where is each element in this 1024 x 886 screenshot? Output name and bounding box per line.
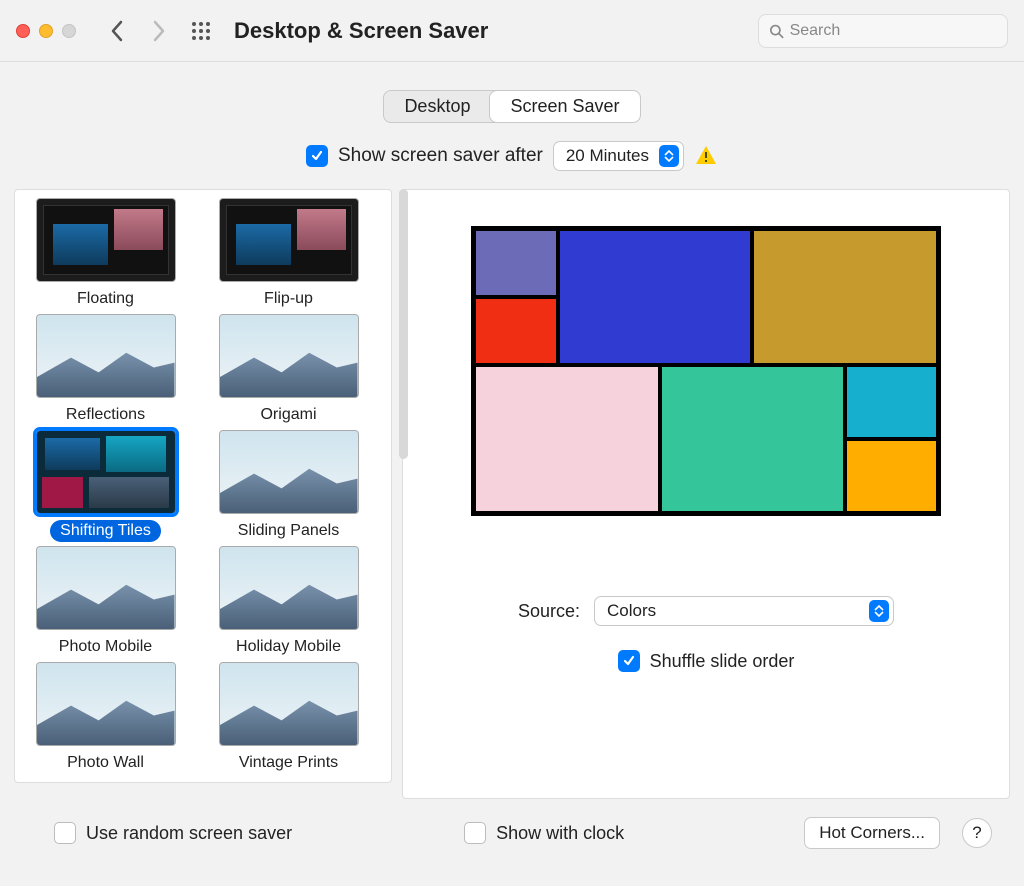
source-row: Source: Colors [518, 596, 894, 626]
random-saver-label: Use random screen saver [86, 823, 292, 844]
saver-thumb[interactable] [36, 198, 176, 282]
saver-thumb[interactable] [219, 314, 359, 398]
tab-screen-saver[interactable]: Screen Saver [490, 91, 639, 122]
close-window-button[interactable] [16, 24, 30, 38]
updown-icon [869, 600, 889, 622]
shuffle-checkbox[interactable] [618, 650, 640, 672]
show-after-row: Show screen saver after 20 Minutes [14, 141, 1010, 171]
saver-thumb[interactable] [219, 546, 359, 630]
source-value: Colors [607, 601, 656, 621]
saver-thumb[interactable] [219, 198, 359, 282]
preview-box [471, 226, 941, 516]
search-input[interactable] [790, 22, 997, 40]
saver-item[interactable]: Sliding Panels [206, 430, 371, 542]
footer: Use random screen saver Show with clock … [14, 799, 1010, 849]
window-controls [16, 24, 76, 38]
saver-thumb[interactable] [36, 430, 176, 514]
source-popup[interactable]: Colors [594, 596, 894, 626]
warning-icon [694, 144, 718, 168]
saver-item[interactable]: Shifting Tiles [23, 430, 188, 542]
saver-thumb[interactable] [219, 662, 359, 746]
saver-item[interactable]: Flip-up [206, 198, 371, 310]
saver-label: Shifting Tiles [50, 520, 161, 542]
updown-icon [659, 145, 679, 167]
saver-label: Sliding Panels [228, 520, 349, 542]
preview-tile [474, 297, 558, 365]
saver-label: Vintage Prints [229, 752, 348, 774]
hot-corners-button[interactable]: Hot Corners... [804, 817, 940, 849]
saver-list[interactable]: Floating Flip-up Reflections Origami Shiftin… [14, 189, 392, 783]
saver-label: Photo Mobile [49, 636, 162, 658]
forward-button [140, 13, 178, 49]
shuffle-row: Shuffle slide order [618, 650, 795, 672]
saver-label: Floating [67, 288, 144, 310]
saver-item[interactable]: Floating [23, 198, 188, 310]
show-after-value: 20 Minutes [566, 146, 649, 166]
tab-desktop[interactable]: Desktop [384, 91, 490, 122]
preview-tile [845, 365, 938, 439]
show-all-preferences-button[interactable] [182, 13, 220, 49]
saver-item[interactable]: Holiday Mobile [206, 546, 371, 658]
preview-tile [558, 229, 753, 365]
preview-panel: Source: Colors Shuffle slide order [402, 189, 1010, 799]
scrollbar[interactable] [399, 189, 408, 459]
show-after-popup[interactable]: 20 Minutes [553, 141, 684, 171]
show-clock-label: Show with clock [496, 823, 624, 844]
saver-label: Photo Wall [57, 752, 154, 774]
show-after-label: Show screen saver after [338, 145, 543, 167]
saver-list-container: Floating Flip-up Reflections Origami Shiftin… [14, 189, 392, 799]
saver-item[interactable]: Photo Wall [23, 662, 188, 774]
saver-label: Origami [250, 404, 326, 426]
source-label: Source: [518, 601, 580, 622]
preview-tile [660, 365, 846, 513]
tab-bar: Desktop Screen Saver [383, 90, 640, 123]
back-button[interactable] [98, 13, 136, 49]
show-after-checkbox[interactable] [306, 145, 328, 167]
saver-item[interactable]: Vintage Prints [206, 662, 371, 774]
saver-label: Flip-up [254, 288, 323, 310]
minimize-window-button[interactable] [39, 24, 53, 38]
saver-thumb[interactable] [36, 314, 176, 398]
shuffle-label: Shuffle slide order [650, 651, 795, 672]
saver-thumb[interactable] [36, 546, 176, 630]
preview-tile [474, 365, 660, 513]
saver-thumb[interactable] [219, 430, 359, 514]
window-title: Desktop & Screen Saver [234, 18, 488, 44]
saver-item[interactable]: Photo Mobile [23, 546, 188, 658]
preview-tile [474, 229, 558, 297]
show-clock-checkbox[interactable] [464, 822, 486, 844]
zoom-window-button [62, 24, 76, 38]
help-button[interactable]: ? [962, 818, 992, 848]
saver-thumb[interactable] [36, 662, 176, 746]
titlebar: Desktop & Screen Saver [0, 0, 1024, 62]
saver-label: Holiday Mobile [226, 636, 351, 658]
saver-item[interactable]: Origami [206, 314, 371, 426]
saver-item[interactable]: Reflections [23, 314, 188, 426]
search-icon [769, 23, 784, 39]
random-saver-checkbox[interactable] [54, 822, 76, 844]
preview-tile [845, 439, 938, 513]
search-field[interactable] [758, 14, 1008, 48]
preview-tile [752, 229, 938, 365]
saver-label: Reflections [56, 404, 155, 426]
